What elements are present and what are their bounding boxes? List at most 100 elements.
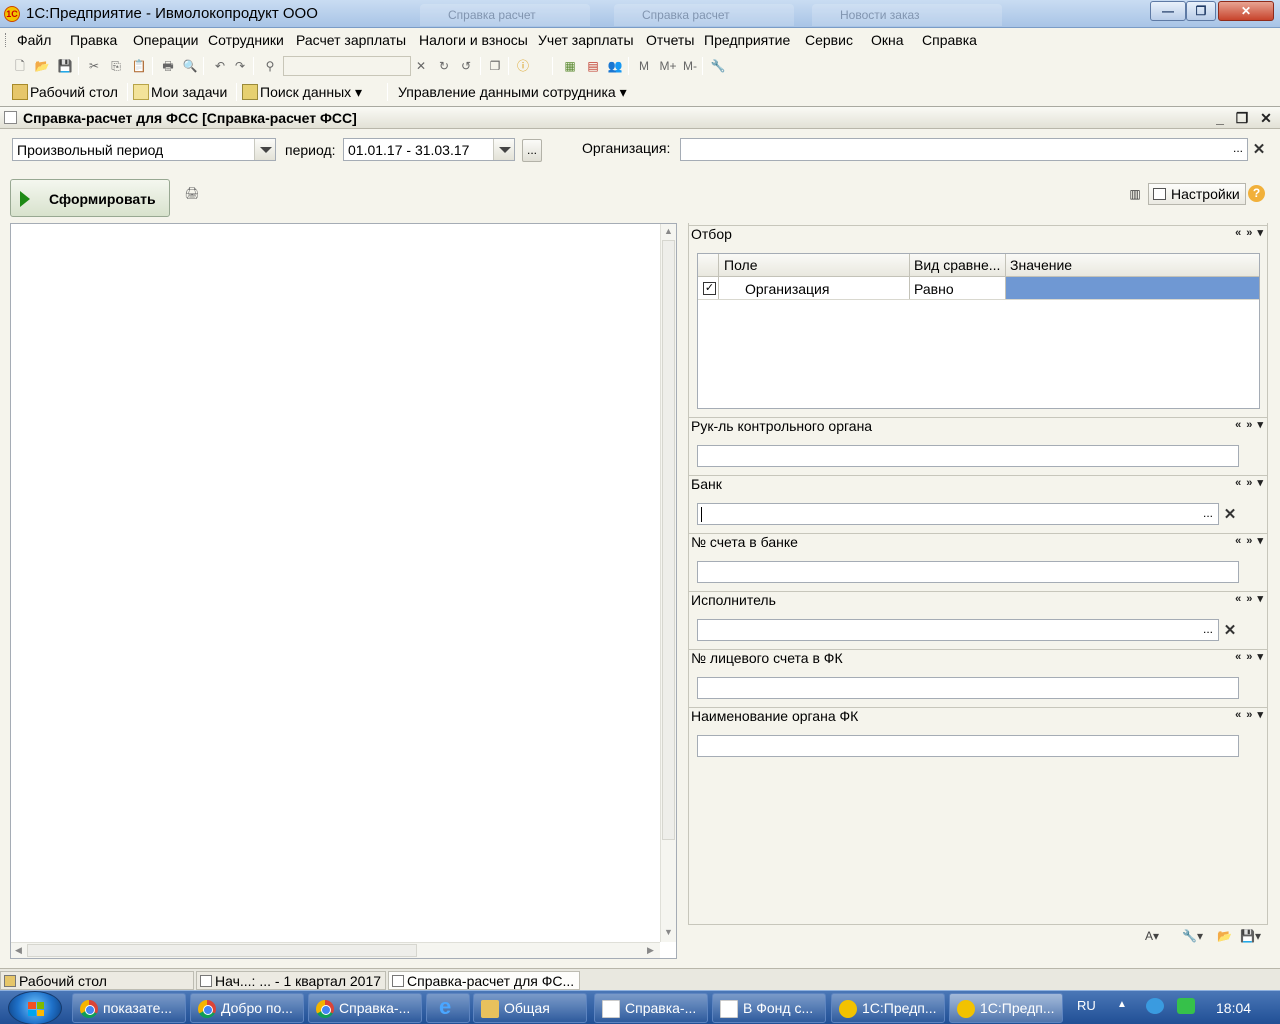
menu-file[interactable]: Файл [17, 32, 51, 48]
menu-edit[interactable]: Правка [70, 32, 117, 48]
taskbar-item[interactable]: Справка-... [594, 993, 708, 1023]
panel-nav-icon[interactable]: « » ▾ [1235, 592, 1264, 605]
taskbar-item[interactable]: показате... [72, 993, 186, 1023]
open-folder-icon[interactable]: 📂 [1217, 929, 1232, 947]
desktop-button[interactable]: Рабочий стол [12, 84, 118, 100]
scroll-up-icon[interactable]: ▲ [664, 226, 673, 236]
bank-select-button[interactable]: ... [1198, 503, 1218, 525]
scroll-left-icon[interactable]: ◀ [15, 945, 22, 956]
menu-help[interactable]: Справка [922, 32, 977, 48]
panel-nav-icon[interactable]: « » ▾ [1235, 476, 1264, 489]
organization-clear-icon[interactable]: ✕ [1249, 140, 1269, 160]
bank-clear-icon[interactable]: ✕ [1220, 505, 1240, 525]
row-comparison[interactable]: Равно [914, 281, 954, 297]
panel-header-fk-name[interactable]: Наименование органа ФК « » ▾ [688, 707, 1268, 725]
filter-panel-header[interactable]: Отбор « » ▾ [688, 225, 1268, 243]
tray-expand-icon[interactable]: ▲ [1117, 999, 1127, 1010]
table-row[interactable]: ✓ Организация Равно [698, 277, 1259, 300]
minimize-button[interactable]: — [1150, 1, 1186, 21]
chevron-down-icon[interactable] [254, 139, 275, 160]
executor-select-button[interactable]: ... [1198, 619, 1218, 641]
cut-icon[interactable]: ✂ [86, 58, 102, 74]
calendar-icon[interactable]: ▤ [585, 58, 601, 74]
vertical-scrollbar[interactable]: ▲ ▼ [660, 224, 676, 942]
scroll-down-icon[interactable]: ▼ [664, 927, 673, 937]
window-tab-desktop[interactable]: Рабочий стол [0, 971, 194, 990]
find-icon[interactable]: ⚲ [262, 58, 278, 74]
doc-restore-icon[interactable]: ❐ [1233, 109, 1251, 127]
taskbar-item-active[interactable]: 1С:Предп... [949, 993, 1063, 1023]
window-tab-report[interactable]: Нач...: ... - 1 квартал 2017 г. [196, 971, 386, 990]
executor-input[interactable]: ... [697, 619, 1219, 641]
clock[interactable]: 18:04 [1216, 1000, 1251, 1016]
save-icon[interactable]: 💾▾ [1240, 929, 1261, 947]
executor-clear-icon[interactable]: ✕ [1220, 621, 1240, 641]
inspector-head-input[interactable] [697, 445, 1239, 467]
period-input[interactable]: 01.01.17 - 31.03.17 [343, 138, 515, 161]
panel-header-bank[interactable]: Банк « » ▾ [688, 475, 1268, 493]
messenger-icon[interactable] [1177, 998, 1195, 1014]
print-icon[interactable]: 🖶 [160, 58, 176, 74]
tools-icon[interactable]: 🔧▾ [1182, 929, 1203, 947]
new-document-icon[interactable]: 🗋 [12, 58, 28, 74]
help-icon[interactable]: ? [1248, 185, 1265, 202]
bank-input[interactable]: ... [697, 503, 1219, 525]
undo-icon[interactable]: ↶ [212, 58, 228, 74]
network-icon[interactable] [1146, 998, 1164, 1014]
doc-minimize-icon[interactable]: _ [1211, 109, 1229, 127]
doc-close-icon[interactable]: ✕ [1257, 109, 1275, 127]
settings-button[interactable]: Настройки [1148, 183, 1246, 205]
row-value-cell[interactable] [1006, 277, 1259, 299]
chevron-down-icon[interactable] [493, 139, 514, 160]
menu-enterprise[interactable]: Предприятие [704, 32, 790, 48]
panel-nav-icon[interactable]: « » ▾ [1235, 650, 1264, 663]
taskbar-item[interactable]: Общая [473, 993, 587, 1023]
menu-employees[interactable]: Сотрудники [208, 32, 284, 48]
menu-payroll-accounting[interactable]: Учет зарплаты [538, 32, 634, 48]
print-preview-icon[interactable]: 🔍 [182, 58, 198, 74]
generate-button[interactable]: Сформировать [10, 179, 170, 217]
mark-minus-label[interactable]: M- [680, 58, 700, 74]
menu-service[interactable]: Сервис [805, 32, 853, 48]
column-comparison[interactable]: Вид сравне... [914, 257, 1000, 273]
search-combo[interactable] [283, 56, 411, 76]
redo-icon[interactable]: ↷ [232, 58, 248, 74]
employee-data-button[interactable]: Управление данными сотрудника ▾ [398, 84, 627, 101]
period-type-select[interactable]: Произвольный период [12, 138, 276, 161]
info-icon[interactable]: ⓘ [515, 58, 531, 74]
taskbar-item[interactable]: В Фонд с... [712, 993, 826, 1023]
tools-icon[interactable]: 🔧 [710, 58, 726, 74]
horizontal-scrollbar[interactable]: ◀ ▶ [11, 942, 660, 958]
find-next-icon[interactable]: ↻ [436, 58, 452, 74]
calculator-icon[interactable]: ▦ [562, 58, 578, 74]
close-button[interactable]: ✕ [1218, 1, 1274, 21]
organization-field[interactable]: ... [680, 138, 1248, 161]
scroll-thumb[interactable] [27, 944, 417, 957]
scroll-right-icon[interactable]: ▶ [647, 945, 654, 956]
maximize-button[interactable]: ❐ [1186, 1, 1216, 21]
users-icon[interactable]: 👥 [607, 58, 623, 74]
open-folder-icon[interactable]: 📂 [34, 58, 50, 74]
clear-search-icon[interactable]: ✕ [413, 58, 429, 74]
text-format-icon[interactable]: A▾ [1145, 929, 1159, 947]
my-tasks-button[interactable]: Мои задачи [133, 84, 227, 100]
column-value[interactable]: Значение [1010, 257, 1072, 273]
mark-plus-label[interactable]: M+ [658, 58, 678, 74]
save-icon[interactable]: 💾 [57, 58, 73, 74]
panel-header-account[interactable]: № счета в банке « » ▾ [688, 533, 1268, 551]
mark-label[interactable]: M [636, 58, 652, 74]
panel-nav-icon[interactable]: « » ▾ [1235, 418, 1264, 431]
report-output-area[interactable]: ▲ ▼ ◀ ▶ [10, 223, 677, 959]
taskbar-item[interactable]: Добро по... [190, 993, 304, 1023]
panel-layout-icon[interactable]: ▥ [1127, 186, 1143, 202]
fk-account-input[interactable] [697, 677, 1239, 699]
menu-operations[interactable]: Операции [133, 32, 199, 48]
windows-icon[interactable]: ❐ [487, 58, 503, 74]
taskbar-ie[interactable]: e [426, 993, 470, 1023]
taskbar-item[interactable]: 1С:Предп... [831, 993, 945, 1023]
row-checkbox[interactable]: ✓ [703, 282, 716, 295]
fk-name-input[interactable] [697, 735, 1239, 757]
column-field[interactable]: Поле [724, 257, 758, 273]
menu-reports[interactable]: Отчеты [646, 32, 694, 48]
data-search-button[interactable]: Поиск данных ▾ [242, 84, 362, 101]
